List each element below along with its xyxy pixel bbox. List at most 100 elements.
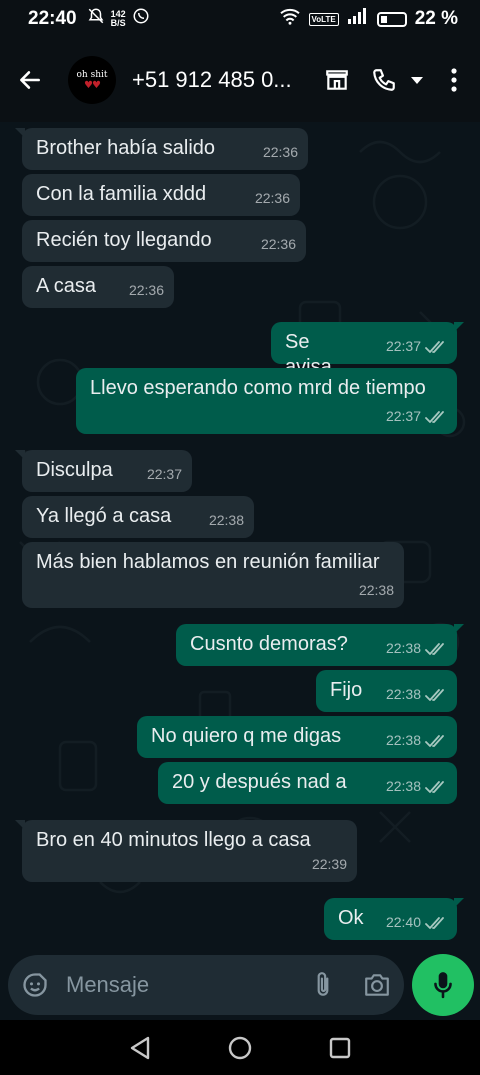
battery-icon [376,11,407,27]
message-meta: 22:36 [129,278,164,303]
message-time: 22:38 [385,640,421,656]
attach-button[interactable] [296,955,350,1015]
message-input[interactable] [66,972,286,998]
incoming-message[interactable]: A casa 22:36 [22,266,174,308]
read-receipt-icon [425,780,444,793]
camera-icon [365,974,389,996]
message-meta: 22:39 [312,852,347,877]
message-time: 22:38 [385,778,421,794]
input-bar [0,952,480,1020]
nav-home-button[interactable] [220,1028,260,1068]
avatar-text: oh shit [76,69,108,80]
message-list[interactable]: Brother había salido 22:36 Con la familia … [0,122,480,952]
wifi-icon [279,7,301,31]
message-meta: 22:36 [261,232,296,257]
nav-recents-button[interactable] [320,1028,360,1068]
voice-message-button[interactable] [412,954,474,1016]
read-receipt-icon [425,734,444,747]
outgoing-message[interactable]: Ok 22:40 [324,898,464,940]
read-receipt-icon [425,340,444,353]
dropdown-icon [411,77,423,84]
message-time: 22:39 [311,856,347,872]
message-time: 22:40 [385,914,421,930]
message-time: 22:38 [385,732,421,748]
mute-icon [87,7,105,31]
call-options-button[interactable] [406,56,428,104]
read-receipt-icon [425,688,444,701]
read-receipt-icon [425,916,444,929]
message-meta: 22:36 [263,140,298,165]
read-receipt-icon [425,642,444,655]
chat-header: oh shit ♥♥ +51 912 485 0... [0,38,480,122]
store-icon [326,70,348,90]
call-button[interactable] [362,56,406,104]
paperclip-icon [317,972,329,996]
message-text: Con la familia xddd [36,183,207,205]
back-arrow-icon [20,71,40,89]
outgoing-message[interactable]: Llevo esperando como mrd de tiempo 22:37 [76,368,457,434]
message-meta: 22:36 [255,186,290,211]
message-meta: 22:38 [386,728,447,753]
incoming-message[interactable]: Bro en 40 minutos llego a casa 22:39 [15,820,357,882]
contact-name[interactable]: +51 912 485 0... [132,67,297,93]
incoming-message[interactable]: Disculpa 22:37 [15,450,192,492]
incoming-message[interactable]: Más bien hablamos en reunión familiar 22:… [22,542,404,608]
emoji-button[interactable] [8,955,62,1015]
outgoing-message[interactable]: Fijo 22:38 [316,670,457,712]
nav-back-button[interactable] [120,1028,160,1068]
heart-icon: ♥♥ [84,79,101,91]
avatar[interactable]: oh shit ♥♥ [68,56,116,104]
incoming-message[interactable]: Brother había salido 22:36 [15,128,308,170]
incoming-message[interactable]: Con la familia xddd 22:36 [22,174,300,216]
back-button[interactable] [0,38,60,122]
incoming-message[interactable]: Ya llegó a casa 22:38 [22,496,254,538]
message-meta: 22:37 [147,462,182,487]
outgoing-message[interactable]: No quiero q me digas 22:38 [137,716,457,758]
message-time: 22:36 [262,144,298,160]
outgoing-message[interactable]: Cusnto demoras? 22:38 [176,624,464,666]
system-nav-bar [0,1020,480,1075]
message-meta: 22:38 [209,508,244,533]
sticker-icon [23,973,47,997]
more-options-button[interactable] [428,56,480,104]
message-meta: 22:40 [386,910,447,935]
mic-icon [434,972,452,999]
speed-unit: B/S [110,18,126,28]
message-time: 22:37 [385,408,421,424]
message-text: Llevo esperando como mrd de tiempo [90,377,426,399]
incoming-message[interactable]: Recién toy llegando 22:36 [22,220,306,262]
message-text: Recién toy llegando [36,229,212,251]
volte-badge: VoLTE [308,12,339,26]
message-time: 22:36 [128,282,164,298]
message-text: Brother había salido [36,137,216,159]
message-meta: 22:37 [386,334,447,359]
signal-icon [347,8,369,30]
message-composer [8,955,404,1015]
message-time: 22:38 [358,582,394,598]
message-meta: 22:38 [386,682,447,707]
message-text: Bro en 40 minutos llego a casa [36,829,311,851]
message-time: 22:36 [260,236,296,252]
whatsapp-icon [132,7,150,31]
outgoing-message[interactable]: 20 y después nad a 22:38 [158,762,457,804]
phone-icon [373,69,395,91]
more-vert-icon [451,68,457,92]
message-meta: 22:38 [386,636,447,661]
network-speed: 142 B/S [111,10,126,28]
message-time: 22:36 [254,190,290,206]
catalog-button[interactable] [312,56,362,104]
triangle-back-icon [130,1036,150,1059]
message-meta: 22:38 [386,774,447,799]
message-time: 22:37 [385,338,421,354]
outgoing-message[interactable]: Se avisa 22:37 [271,322,464,378]
message-meta: 22:38 [359,578,394,603]
square-recents-icon [329,1037,351,1058]
message-meta: 22:37 [386,404,447,429]
message-text: Más bien hablamos en reunión familiar [36,551,380,573]
message-time: 22:37 [146,466,182,482]
status-time: 22:40 [28,8,77,29]
camera-button[interactable] [350,955,404,1015]
status-bar: 22:40 142 B/S VoLTE 22 % [0,0,480,38]
circle-home-icon [228,1036,252,1059]
battery-level: 22 % [414,8,458,29]
